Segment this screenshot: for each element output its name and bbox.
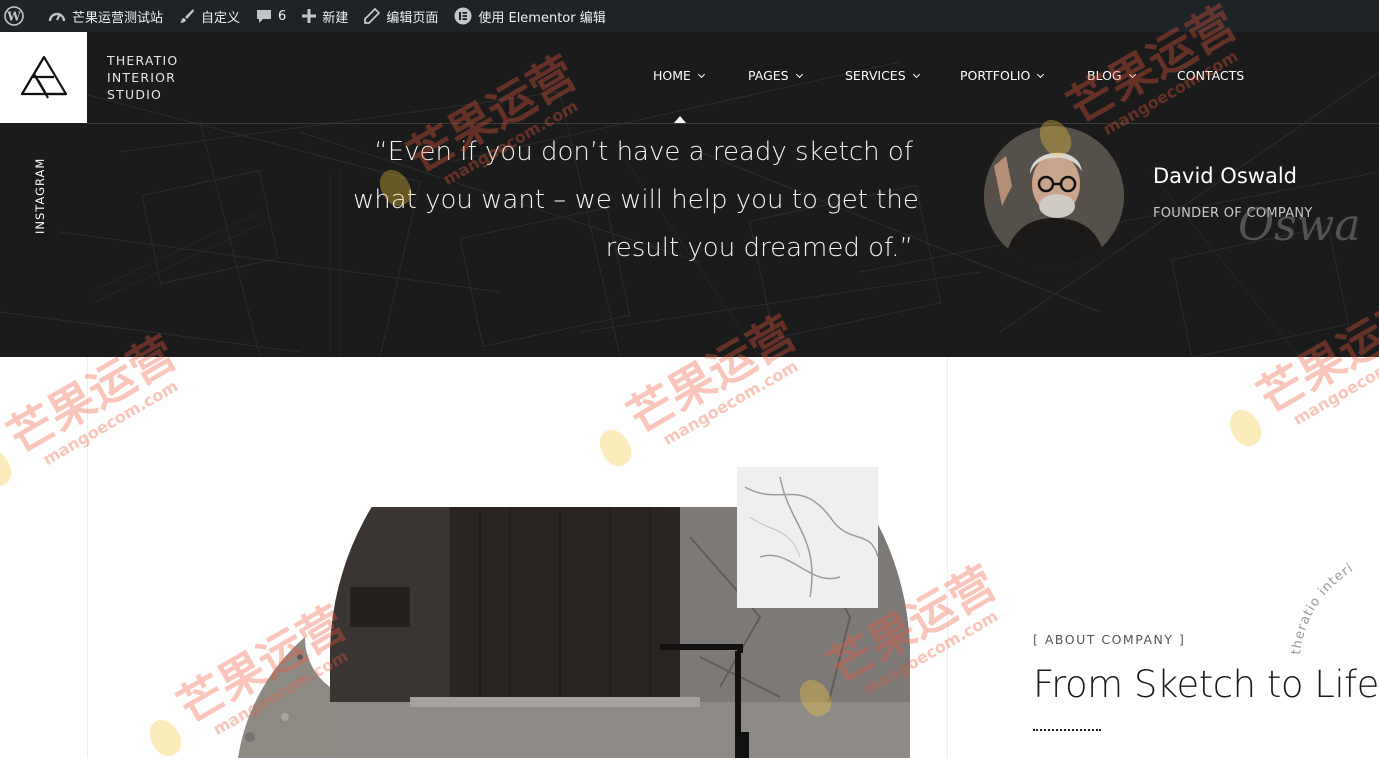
elementor-icon — [454, 7, 472, 25]
svg-text:W: W — [6, 10, 21, 24]
author-portrait — [984, 126, 1124, 266]
nav-blog[interactable]: BLOG — [1087, 68, 1136, 83]
about-section: theratio interi [ ABOUT COMPANY ] From S… — [0, 357, 1379, 758]
edit-page-label: 编辑页面 — [386, 10, 439, 26]
instagram-link[interactable]: INSTAGRAM — [33, 158, 47, 234]
pencil-icon — [364, 8, 381, 24]
author-name: David Oswald — [1153, 164, 1297, 188]
adminbar-comments[interactable]: 6 — [248, 0, 294, 32]
title-divider — [1033, 729, 1101, 731]
curved-brand-text: theratio interi — [1290, 561, 1356, 656]
comment-icon — [257, 10, 272, 23]
nav-contacts-label: CONTACTS — [1177, 68, 1245, 83]
author-avatar — [984, 126, 1124, 266]
new-label: 新建 — [322, 10, 349, 26]
adminbar-customize[interactable]: 自定义 — [171, 0, 248, 32]
nav-portfolio[interactable]: PORTFOLIO — [960, 68, 1045, 83]
wp-admin-bar: W 芒果运营测试站 自定义 6 新建 编辑页面 使用 Elementor 编辑 — [0, 0, 1379, 32]
quote-line-2: what you want – we will help you to get … — [353, 185, 919, 215]
adminbar-site-name[interactable]: 芒果运营测试站 — [40, 0, 171, 32]
nav-home-label: HOME — [653, 68, 691, 83]
quote-line-1: “Even if you don’t have a ready sketch o… — [374, 137, 913, 167]
quote-line-3: result you dreamed of.” — [605, 233, 913, 263]
nav-blog-label: BLOG — [1087, 68, 1122, 83]
chevron-down-icon — [795, 70, 803, 78]
brand-name: THERATIO INTERIOR STUDIO — [107, 52, 178, 103]
chevron-down-icon — [912, 70, 920, 78]
wordpress-logo-icon[interactable]: W — [0, 0, 40, 32]
nav-home[interactable]: HOME — [653, 68, 705, 83]
nav-services[interactable]: SERVICES — [845, 68, 920, 83]
interior-collage — [238, 467, 910, 758]
curved-text-label: theratio interi — [1290, 561, 1355, 656]
logo-icon — [20, 55, 67, 99]
nav-contacts[interactable]: CONTACTS — [1177, 68, 1244, 83]
chevron-down-icon — [1128, 70, 1136, 78]
dashboard-icon — [48, 12, 66, 22]
chevron-down-icon — [1037, 70, 1045, 78]
hero-section: THERATIO INTERIOR STUDIO HOME PAGES SERV… — [0, 32, 1379, 357]
adminbar-elementor[interactable]: 使用 Elementor 编辑 — [446, 0, 613, 32]
marble-texture — [737, 467, 878, 608]
author-signature: Oswa — [1238, 200, 1361, 251]
nav-portfolio-label: PORTFOLIO — [960, 68, 1031, 83]
svg-text:theratio interi: theratio interi — [1290, 561, 1356, 656]
comments-count: 6 — [278, 8, 287, 24]
active-nav-indicator — [674, 116, 686, 123]
nav-divider — [87, 123, 1379, 124]
grid-line — [947, 357, 948, 758]
customize-label: 自定义 — [201, 10, 241, 26]
adminbar-edit-page[interactable]: 编辑页面 — [356, 0, 446, 32]
brand-line-3: STUDIO — [107, 87, 163, 102]
site-name-label: 芒果运营测试站 — [72, 10, 164, 26]
elementor-label: 使用 Elementor 编辑 — [478, 10, 606, 26]
about-title: From Sketch to Life — [1033, 663, 1379, 706]
about-label: [ ABOUT COMPANY ] — [1033, 632, 1186, 647]
brand-line-1: THERATIO — [107, 53, 179, 68]
nav-services-label: SERVICES — [845, 68, 906, 83]
brand-line-2: INTERIOR — [107, 70, 177, 85]
chevron-down-icon — [697, 70, 705, 78]
nav-pages[interactable]: PAGES — [748, 68, 803, 83]
nav-pages-label: PAGES — [748, 68, 789, 83]
plus-icon — [302, 9, 317, 23]
site-logo[interactable] — [0, 32, 87, 123]
testimonial-quote: “Even if you don’t have a ready sketch o… — [353, 128, 919, 272]
adminbar-new[interactable]: 新建 — [294, 0, 356, 32]
brush-icon — [180, 9, 195, 23]
stone-texture — [238, 637, 330, 758]
